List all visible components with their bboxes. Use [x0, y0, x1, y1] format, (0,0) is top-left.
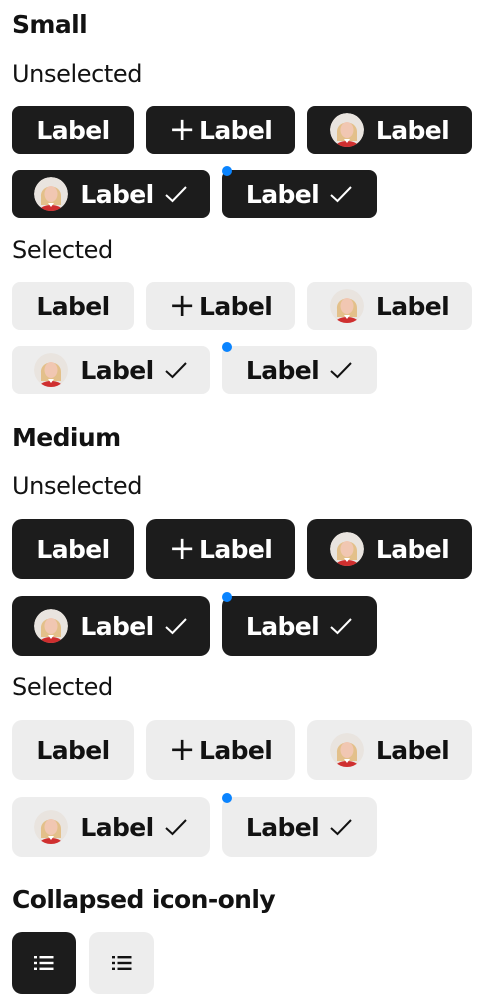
checkmark-icon [164, 362, 187, 379]
chip-small-selected-avatar[interactable]: Label [307, 282, 472, 330]
person-avatar [329, 289, 364, 323]
chip-small-unselected-avatar-check[interactable]: Label [12, 170, 210, 218]
chip-small-selected-check-badge[interactable]: Label [222, 346, 377, 394]
person-avatar [34, 177, 69, 211]
chip-small-selected-add[interactable]: + Label [146, 282, 295, 330]
chip-label: Label [375, 115, 450, 145]
section-heading-medium: Medium [12, 423, 121, 452]
person-avatar [34, 609, 69, 643]
chip-label: Label [198, 534, 273, 564]
notification-dot [222, 166, 232, 176]
checkmark-icon [164, 819, 187, 836]
chip-medium-unselected[interactable]: Label [12, 519, 134, 579]
chip-label: Label [80, 179, 154, 209]
person-avatar [329, 532, 364, 566]
person-avatar [34, 353, 69, 387]
state-label-small-unselected: Unselected [12, 60, 143, 88]
chip-small-unselected[interactable]: Label [12, 106, 134, 154]
chip-label: Label [245, 179, 320, 209]
chip-label: Label [36, 735, 110, 765]
chip-medium-selected-avatar-check[interactable]: Label [12, 797, 210, 857]
chip-label: Label [375, 291, 450, 321]
notification-dot [222, 793, 232, 803]
chip-label: Label [245, 611, 320, 641]
chip-small-unselected-add[interactable]: + Label [146, 106, 295, 154]
chip-label: Label [36, 115, 110, 145]
checkmark-icon [330, 819, 352, 836]
person-avatar [329, 113, 364, 147]
chip-label: Label [80, 812, 154, 842]
chip-medium-unselected-add[interactable]: + Label [146, 519, 295, 579]
chip-medium-unselected-check-badge[interactable]: Label [222, 596, 377, 656]
chip-label: Label [198, 115, 273, 145]
checkmark-icon [330, 186, 352, 203]
chip-small-selected[interactable]: Label [12, 282, 134, 330]
chip-label: Label [198, 291, 273, 321]
chip-label: Label [245, 355, 320, 385]
chip-medium-selected-add[interactable]: + Label [146, 720, 295, 780]
list-icon [34, 956, 54, 970]
plus-icon: + [168, 529, 196, 567]
chip-medium-selected[interactable]: Label [12, 720, 134, 780]
person-avatar [34, 810, 69, 844]
chip-medium-unselected-avatar-check[interactable]: Label [12, 596, 210, 656]
list-icon [111, 956, 131, 970]
chip-label: Label [245, 812, 320, 842]
notification-dot [222, 342, 232, 352]
checkmark-icon [164, 618, 187, 635]
chip-label: Label [375, 735, 450, 765]
section-heading-collapsed: Collapsed icon-only [12, 885, 276, 914]
chip-medium-unselected-avatar[interactable]: Label [307, 519, 472, 579]
chip-label: Label [80, 611, 154, 641]
notification-dot [222, 592, 232, 602]
state-label-medium-selected: Selected [12, 673, 113, 701]
collapsed-chip-selected[interactable] [89, 932, 154, 994]
chip-label: Label [375, 534, 450, 564]
checkmark-icon [330, 618, 352, 635]
chip-label: Label [36, 534, 110, 564]
person-avatar [329, 733, 364, 767]
plus-icon: + [168, 286, 196, 324]
chip-label: Label [80, 355, 154, 385]
chip-small-unselected-avatar[interactable]: Label [307, 106, 472, 154]
plus-icon: + [168, 110, 196, 148]
plus-icon: + [168, 730, 196, 768]
chip-small-selected-avatar-check[interactable]: Label [12, 346, 210, 394]
checkmark-icon [164, 186, 187, 203]
collapsed-chip-unselected[interactable] [12, 932, 76, 994]
chip-label: Label [36, 291, 110, 321]
chip-medium-selected-check-badge[interactable]: Label [222, 797, 377, 857]
checkmark-icon [330, 362, 352, 379]
chip-small-unselected-check-badge[interactable]: Label [222, 170, 377, 218]
state-label-medium-unselected: Unselected [12, 472, 143, 500]
section-heading-small: Small [12, 10, 88, 39]
state-label-small-selected: Selected [12, 236, 113, 264]
chip-label: Label [198, 735, 273, 765]
chip-medium-selected-avatar[interactable]: Label [307, 720, 472, 780]
